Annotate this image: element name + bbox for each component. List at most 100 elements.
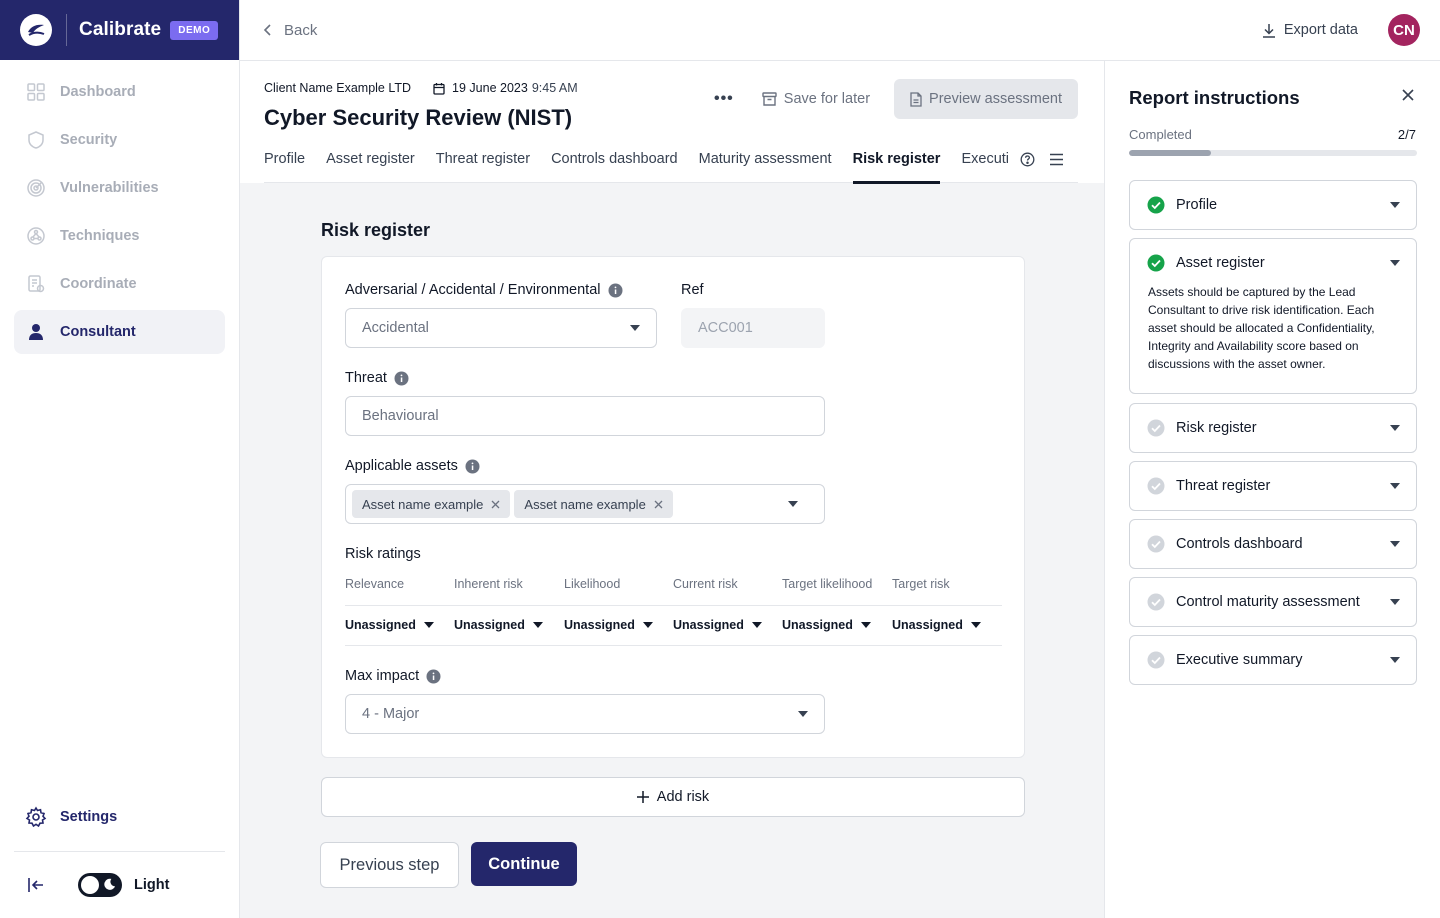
tab-threat-register[interactable]: Threat register bbox=[436, 139, 530, 183]
export-data-button[interactable]: Export data bbox=[1262, 22, 1358, 38]
impact-label-text: Max impact bbox=[345, 668, 420, 684]
accordion-header[interactable]: Threat register bbox=[1130, 462, 1416, 510]
info-icon[interactable] bbox=[608, 283, 623, 298]
avatar[interactable]: CN bbox=[1388, 14, 1420, 46]
collapse-sidebar-icon[interactable] bbox=[24, 873, 48, 897]
brand-name: Calibrate bbox=[79, 19, 162, 40]
accordion-header[interactable]: Controls dashboard bbox=[1130, 520, 1416, 568]
caret-down-icon bbox=[1390, 599, 1400, 605]
sidebar-item-label: Techniques bbox=[60, 228, 140, 244]
toggle-knob bbox=[81, 876, 99, 894]
client-name: Client Name Example LTD bbox=[264, 81, 412, 95]
caret-down-icon bbox=[1390, 541, 1400, 547]
info-icon[interactable] bbox=[394, 371, 409, 386]
help-icon[interactable] bbox=[1020, 152, 1035, 167]
tab-executive-summary[interactable]: Executive summary bbox=[961, 139, 1008, 183]
calibrate-logo-icon[interactable] bbox=[20, 14, 52, 46]
rating-select-relevance[interactable]: Unassigned bbox=[345, 618, 434, 632]
caret-down-icon bbox=[798, 711, 808, 717]
tab-controls-dashboard[interactable]: Controls dashboard bbox=[551, 139, 678, 183]
sidebar-item-consultant[interactable]: Consultant bbox=[14, 310, 225, 354]
rating-select-target-risk[interactable]: Unassigned bbox=[892, 618, 981, 632]
accordion-label: Threat register bbox=[1176, 478, 1271, 494]
accordion-risk-register[interactable]: Risk register bbox=[1129, 403, 1417, 453]
sidebar-item-security[interactable]: Security bbox=[14, 118, 225, 162]
add-risk-button[interactable]: Add risk bbox=[321, 777, 1025, 817]
caret-down-icon bbox=[423, 622, 434, 628]
accordion-label: Risk register bbox=[1176, 420, 1257, 436]
page-title: Cyber Security Review (NIST) bbox=[264, 105, 573, 130]
accordion-header[interactable]: Asset register bbox=[1130, 239, 1416, 287]
add-risk-label: Add risk bbox=[656, 789, 710, 805]
max-impact-select[interactable]: 4 - Major bbox=[345, 694, 825, 734]
caret-down-icon bbox=[642, 622, 653, 628]
remove-chip-icon[interactable] bbox=[654, 500, 663, 509]
accordion-header[interactable]: Profile bbox=[1130, 181, 1416, 229]
menu-icon[interactable] bbox=[1049, 153, 1064, 166]
remove-chip-icon[interactable] bbox=[491, 500, 500, 509]
sidebar-item-coordinate[interactable]: Coordinate bbox=[14, 262, 225, 306]
settings-label: Settings bbox=[60, 809, 118, 825]
preview-assessment-button[interactable]: Preview assessment bbox=[894, 79, 1078, 119]
back-button[interactable]: Back bbox=[262, 22, 317, 39]
ratings-label: Risk ratings bbox=[345, 546, 421, 562]
more-options-icon[interactable]: ••• bbox=[714, 90, 734, 108]
save-for-later-button[interactable]: Save for later bbox=[762, 91, 870, 107]
sidebar-item-dashboard[interactable]: Dashboard bbox=[14, 70, 225, 114]
rating-select-inherent-risk[interactable]: Unassigned bbox=[454, 618, 543, 632]
caret-down-icon bbox=[532, 622, 543, 628]
tab-risk-register[interactable]: Risk register bbox=[852, 139, 940, 184]
tab-maturity-assessment[interactable]: Maturity assessment bbox=[699, 139, 832, 183]
caret-down-icon bbox=[970, 622, 981, 628]
accordion-label: Profile bbox=[1176, 197, 1218, 213]
sidebar-item-vulnerabilities[interactable]: Vulnerabilities bbox=[14, 166, 225, 210]
rating-name-inherent-risk: Inherent risk bbox=[454, 577, 523, 591]
rating-value: Unassigned bbox=[564, 618, 635, 632]
sidebar-nav: Dashboard Security Vulnerabilities Techn… bbox=[0, 60, 239, 354]
theme-toggle[interactable] bbox=[78, 873, 122, 897]
sidebar-footer: Settings Light bbox=[14, 795, 225, 918]
ref-value: ACC001 bbox=[698, 320, 753, 336]
info-icon[interactable] bbox=[426, 669, 441, 684]
gear-icon bbox=[24, 805, 48, 829]
type-select[interactable]: Accidental bbox=[345, 308, 657, 348]
accordion-header[interactable]: Control maturity assessment bbox=[1130, 578, 1416, 626]
chevron-left-icon bbox=[263, 24, 271, 36]
tab-profile[interactable]: Profile bbox=[264, 139, 305, 183]
rating-select-current-risk[interactable]: Unassigned bbox=[673, 618, 762, 632]
assessment-date: 19 June 2023 9:45 AM bbox=[433, 81, 578, 95]
accordion-profile[interactable]: Profile bbox=[1129, 180, 1417, 230]
threat-input[interactable]: Behavioural bbox=[345, 396, 825, 436]
completed-count: 2/7 bbox=[1397, 127, 1416, 142]
accordion-asset-register[interactable]: Asset register Assets should be captured… bbox=[1129, 238, 1417, 394]
info-icon[interactable] bbox=[465, 459, 480, 474]
brand-bar: Calibrate DEMO bbox=[0, 0, 239, 60]
close-icon[interactable] bbox=[1402, 89, 1414, 101]
rating-select-likelihood[interactable]: Unassigned bbox=[564, 618, 653, 632]
sidebar-item-settings[interactable]: Settings bbox=[14, 795, 225, 839]
tab-asset-register[interactable]: Asset register bbox=[326, 139, 415, 183]
accordion-executive-summary[interactable]: Executive summary bbox=[1129, 635, 1417, 685]
brand-divider bbox=[66, 14, 67, 46]
accordion-header[interactable]: Risk register bbox=[1130, 404, 1416, 452]
rating-name-likelihood: Likelihood bbox=[564, 577, 621, 591]
rating-value: Unassigned bbox=[892, 618, 963, 632]
pending-check-icon bbox=[1147, 651, 1165, 669]
caret-down-icon bbox=[751, 622, 762, 628]
rating-select-target-likelihood[interactable]: Unassigned bbox=[782, 618, 871, 632]
sidebar-item-techniques[interactable]: Techniques bbox=[14, 214, 225, 258]
accordion-controls-dashboard[interactable]: Controls dashboard bbox=[1129, 519, 1417, 569]
caret-down-icon bbox=[1390, 260, 1400, 266]
accordion-body: Assets should be captured by the Lead Co… bbox=[1148, 285, 1375, 371]
plus-icon bbox=[636, 791, 649, 803]
continue-button[interactable]: Continue bbox=[471, 842, 577, 886]
accordion-threat-register[interactable]: Threat register bbox=[1129, 461, 1417, 511]
section-title: Risk register bbox=[321, 220, 431, 240]
caret-down-icon bbox=[630, 325, 640, 331]
accordion-header[interactable]: Executive summary bbox=[1130, 636, 1416, 684]
ref-label: Ref bbox=[681, 282, 704, 298]
assets-multiselect[interactable]: Asset name example Asset name example bbox=[345, 484, 825, 524]
previous-step-button[interactable]: Previous step bbox=[320, 842, 459, 888]
back-label: Back bbox=[284, 21, 318, 39]
accordion-control-maturity[interactable]: Control maturity assessment bbox=[1129, 577, 1417, 627]
